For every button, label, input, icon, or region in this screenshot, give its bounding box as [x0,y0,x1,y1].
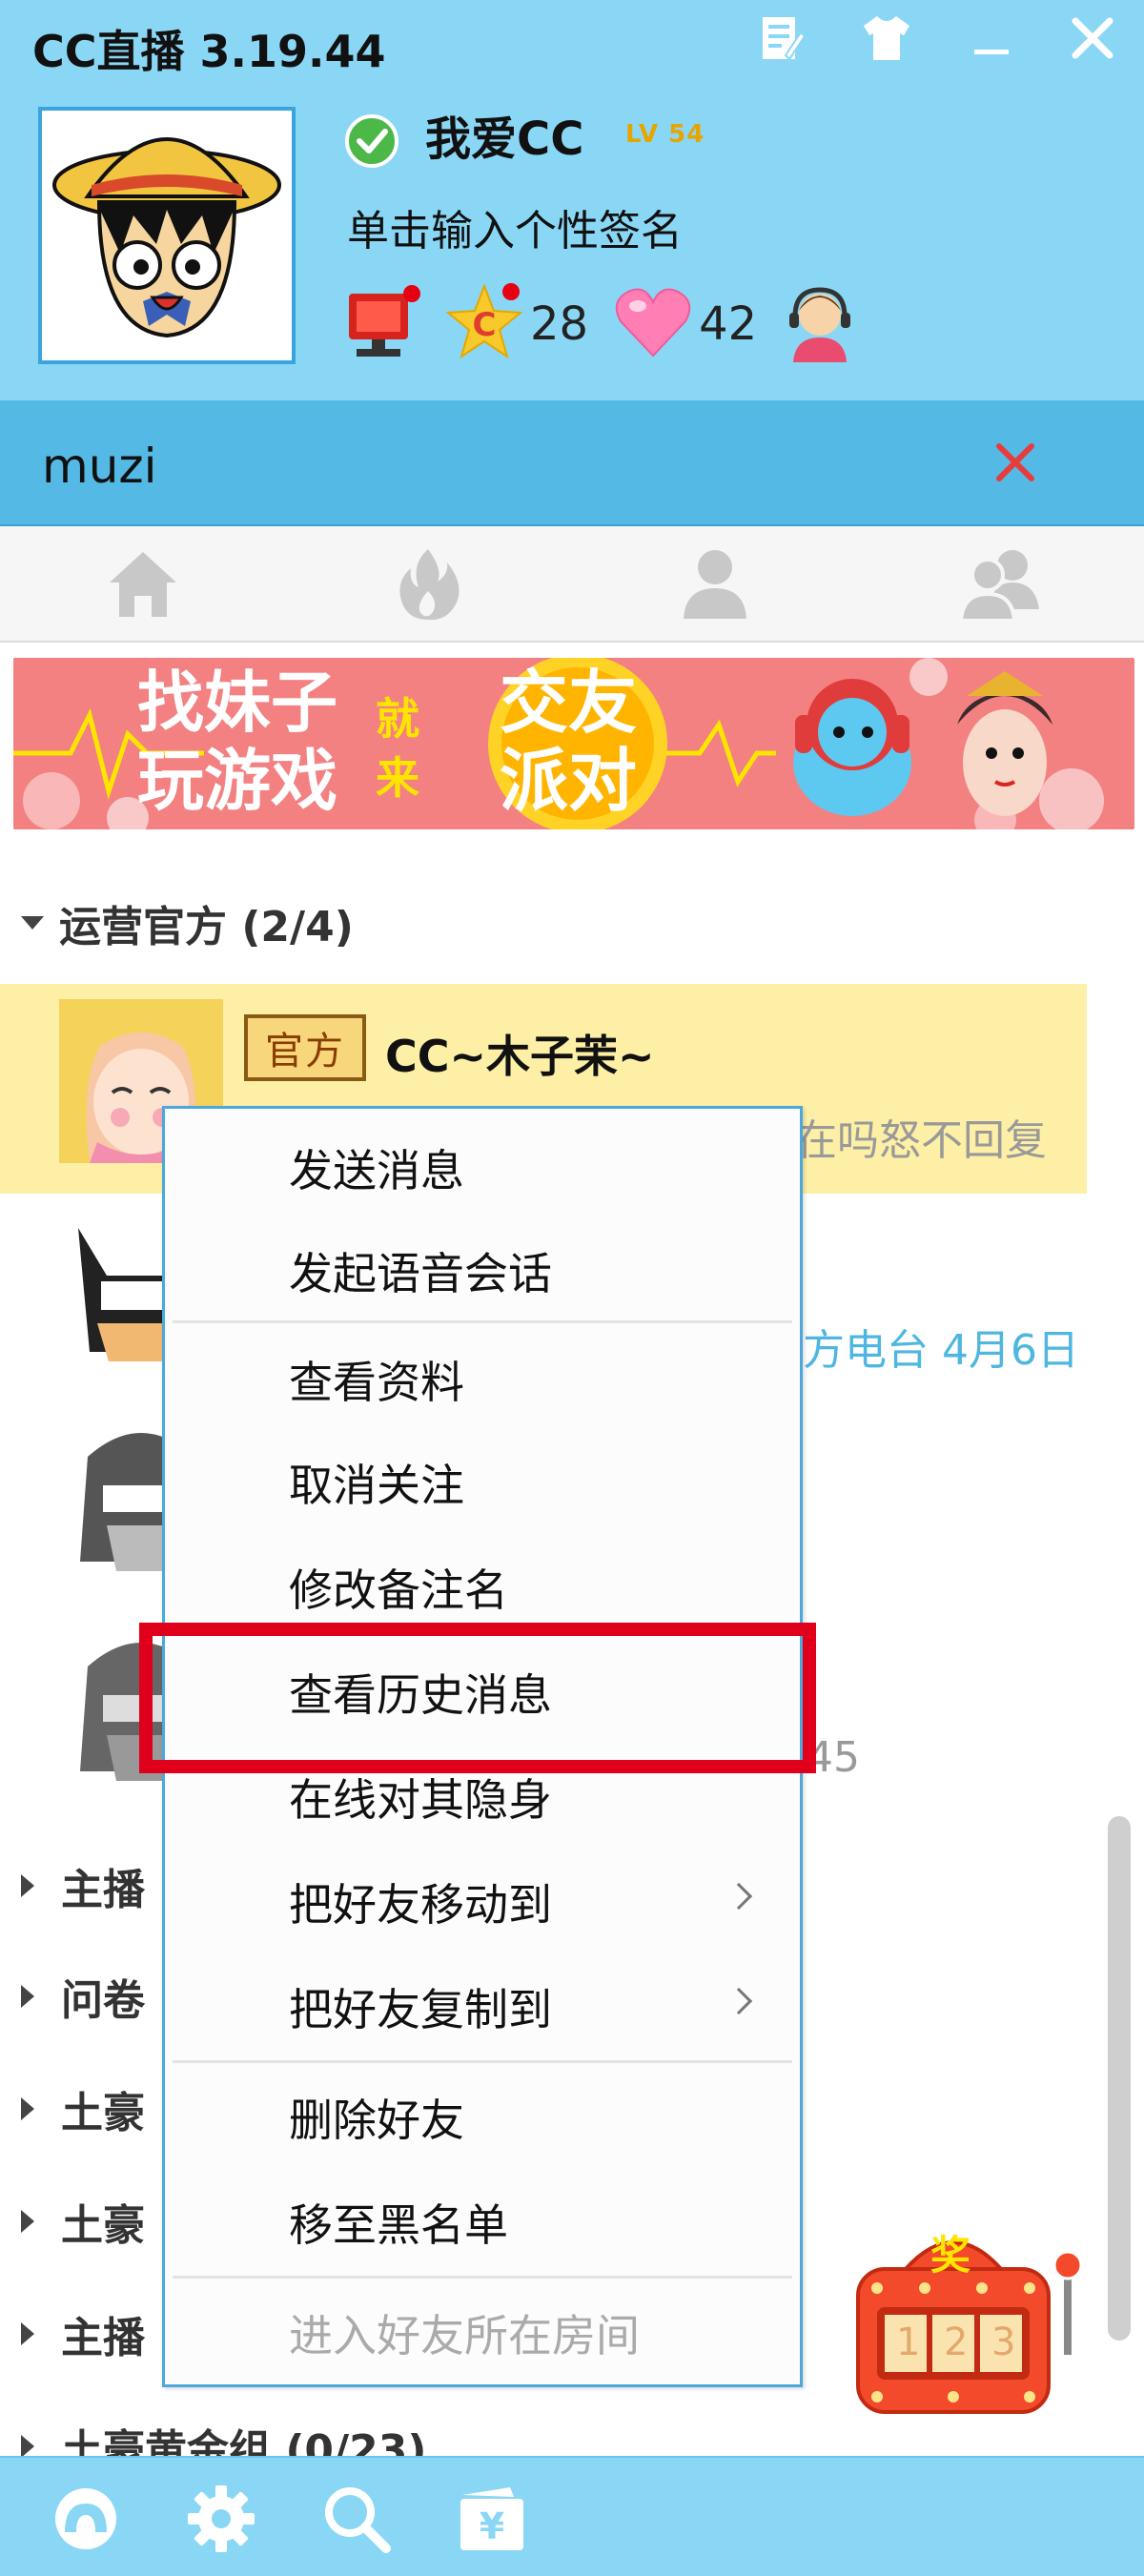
menu-item-copy-to[interactable]: 把好友复制到 [165,1955,800,2058]
collapsed-icon [21,2097,34,2120]
collapsed-icon [21,2210,34,2233]
menu-item-label: 把好友移动到 [289,1879,552,1931]
group-header-anchor[interactable]: 主播 [21,1855,145,1916]
group-header-survey[interactable]: 问卷 [21,1966,145,2027]
menu-item-blacklist[interactable]: 移至黑名单 [165,2171,800,2274]
opera-mascot-icon [957,671,1052,816]
search-icon[interactable] [318,2481,395,2557]
svg-text:¥: ¥ [480,2505,504,2547]
menu-item-view-profile[interactable]: 查看资料 [165,1328,800,1431]
main-tabs [0,526,1144,643]
lottery-prize-label: 奖 [930,2232,971,2279]
wallet-icon[interactable]: ¥ [454,2481,530,2557]
verified-icon [343,112,400,174]
menu-item-delete-friend[interactable]: 删除好友 [165,2066,800,2169]
banner-lai: 来 [376,752,419,804]
menu-item-unfollow[interactable]: 取消关注 [165,1431,800,1534]
app-title: CC直播 3.19.44 [32,26,386,77]
cc-logo-icon[interactable] [48,2481,124,2557]
menu-divider [173,1320,792,1323]
expanded-icon [21,916,44,930]
search-bar: muzi [0,400,1144,526]
friend-name: CC~木子茉~ [385,1031,655,1082]
menu-item-move-to[interactable]: 把好友移动到 [165,1850,800,1953]
group-label: 主播 [61,1866,145,1914]
clear-search-icon[interactable] [982,429,1049,496]
close-icon[interactable] [1064,10,1121,67]
lottery-digit: 2 [944,2320,969,2364]
group-icon [958,550,1039,621]
group-label: 主播 [61,2314,145,2362]
official-badge: 官方 [244,1014,366,1081]
group-header-anchor[interactable]: 主播 [21,2303,145,2364]
menu-item-enter-room: 进入好友所在房间 [289,2310,640,2361]
minimize-icon[interactable] [963,10,1020,67]
lottery-digit: 1 [896,2320,921,2364]
group-label: 运营官方 (2/4) [59,903,354,951]
banner-jiu: 就 [376,693,419,745]
menu-item-voice-chat[interactable]: 发起语音会话 [165,1219,800,1322]
group-header-tuhao[interactable]: 土豪 [21,2191,145,2252]
fire-icon [399,549,460,621]
svg-text:C: C [473,306,497,344]
tab-home[interactable] [0,526,286,641]
search-input[interactable]: muzi [42,439,157,494]
promo-banner[interactable]: 找妹子 玩游戏 就 来 交友 派对 [13,658,1134,829]
collapsed-icon [21,2435,34,2458]
highlight-annotation [139,1623,816,1773]
heart-icon[interactable] [613,285,693,363]
group-label: 土豪 [61,2089,145,2137]
tab-friends[interactable] [572,526,858,641]
level-badge: LV 54 [625,120,705,149]
menu-divider [173,2060,792,2063]
menu-item-label: 把好友复制到 [289,1984,552,2035]
banner-line2: 玩游戏 [137,742,337,820]
banner-line1: 找妹子 [137,664,337,742]
profile-header: CC直播 3.19.44 我爱CC LV 54 单击输入个性签名 C 28 42 [0,0,1144,400]
chevron-right-icon [725,1882,753,1911]
group-label: 土豪 [61,2201,145,2250]
collapsed-icon [21,1874,34,1897]
username[interactable]: 我爱CC [425,101,583,168]
friend-last-message: 方电台 4月6日 [803,1326,1079,1375]
menu-divider [173,2276,792,2279]
collapsed-icon [21,1985,34,2008]
tab-groups[interactable] [858,526,1144,641]
profile-stats: C 28 42 [343,283,858,364]
user-avatar[interactable] [38,107,296,364]
star-count: 28 [530,297,589,351]
lottery-digit: 3 [991,2320,1016,2364]
settings-icon[interactable] [183,2481,259,2557]
tab-hot[interactable] [286,526,572,641]
scrollbar-thumb[interactable] [1108,1816,1131,2341]
person-icon [684,550,746,619]
lottery-machine-icon[interactable]: 奖 1 2 3 [848,2221,1096,2422]
support-agent-icon[interactable] [782,282,858,366]
group-label: 问卷 [61,1976,145,2025]
friend-last-message: 在吗怒不回复 [795,1116,1047,1165]
menu-item-send-message[interactable]: 发送消息 [165,1116,800,1219]
group-header-tuhao[interactable]: 土豪 [21,2078,145,2139]
signature-field[interactable]: 单击输入个性签名 [347,196,683,257]
skin-icon[interactable] [858,10,915,67]
notes-icon[interactable] [753,10,810,67]
bottom-toolbar: ¥ [0,2456,1144,2576]
heart-count: 42 [699,297,758,351]
star-coin-icon[interactable]: C [444,282,524,366]
gift-box-icon[interactable] [343,284,423,364]
home-icon [110,552,176,617]
banner-party2: 派对 [500,741,638,821]
chevron-right-icon [725,1987,753,2015]
banner-party1: 交友 [500,663,638,743]
collapsed-icon [21,2322,34,2345]
group-header-ops[interactable]: 运营官方 (2/4) [21,892,354,953]
